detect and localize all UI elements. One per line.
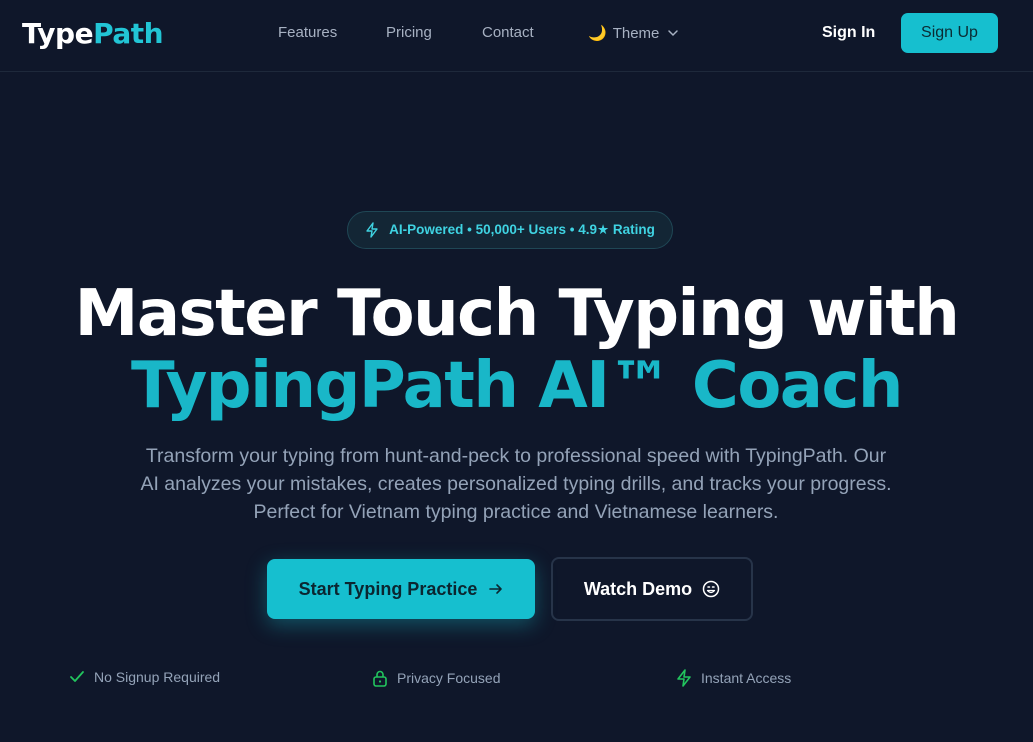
moon-icon: 🌙 (588, 25, 607, 42)
nav-link-pricing[interactable]: Pricing (386, 24, 432, 41)
watch-demo-label: Watch Demo (583, 578, 693, 599)
hero-subtitle-line: Perfect for Vietnam typing practice and … (253, 501, 779, 523)
feature-instant-access: Instant Access (676, 669, 791, 687)
lock-icon (373, 670, 387, 687)
arrow-right-icon (489, 584, 503, 594)
hero-subtitle-line: AI analyzes your mistakes, creates perso… (140, 473, 892, 495)
check-icon (70, 671, 84, 682)
hero-subtitle-line: Transform your typing from hunt-and-peck… (145, 445, 887, 467)
theme-label: Theme (612, 24, 660, 42)
logo[interactable]: TypePath (22, 17, 164, 50)
badge-text: AI-Powered • 50,000+ Users • 4.9★ Rating (389, 222, 655, 237)
lightning-icon (366, 222, 378, 238)
chevron-down-icon (668, 30, 679, 37)
smile-icon (702, 580, 720, 598)
lightning-icon (677, 669, 691, 687)
feature-label: Privacy Focused (397, 670, 501, 686)
start-typing-practice-button[interactable]: Start Typing Practice (267, 559, 535, 619)
nav-link-contact[interactable]: Contact (482, 24, 534, 41)
watch-demo-button[interactable]: Watch Demo (551, 557, 753, 621)
feature-no-signup: No Signup Required (69, 669, 220, 685)
nav-link-features[interactable]: Features (278, 24, 337, 41)
sign-in-link[interactable]: Sign In (822, 24, 875, 42)
feature-privacy: Privacy Focused (372, 669, 500, 687)
hero-title-line1: Master Touch Typing with (74, 277, 960, 351)
sign-up-label: Sign Up (921, 24, 978, 41)
theme-dropdown[interactable]: 🌙 Theme (588, 24, 679, 42)
top-navbar: TypePath Features Pricing Contact 🌙 Them… (0, 0, 1033, 72)
feature-label: No Signup Required (94, 669, 221, 685)
start-typing-practice-label: Start Typing Practice (298, 578, 478, 599)
hero-subtitle: Transform your typing from hunt-and-peck… (116, 442, 916, 526)
sign-up-button[interactable]: Sign Up (901, 13, 998, 53)
hero-title-line2: TypingPath AI™ Coach (131, 349, 903, 423)
feature-label: Instant Access (701, 670, 792, 686)
hero-badge: AI-Powered • 50,000+ Users • 4.9★ Rating (347, 211, 673, 249)
logo-text-accent: Path (93, 17, 164, 50)
logo-text-primary: Type (22, 17, 94, 50)
